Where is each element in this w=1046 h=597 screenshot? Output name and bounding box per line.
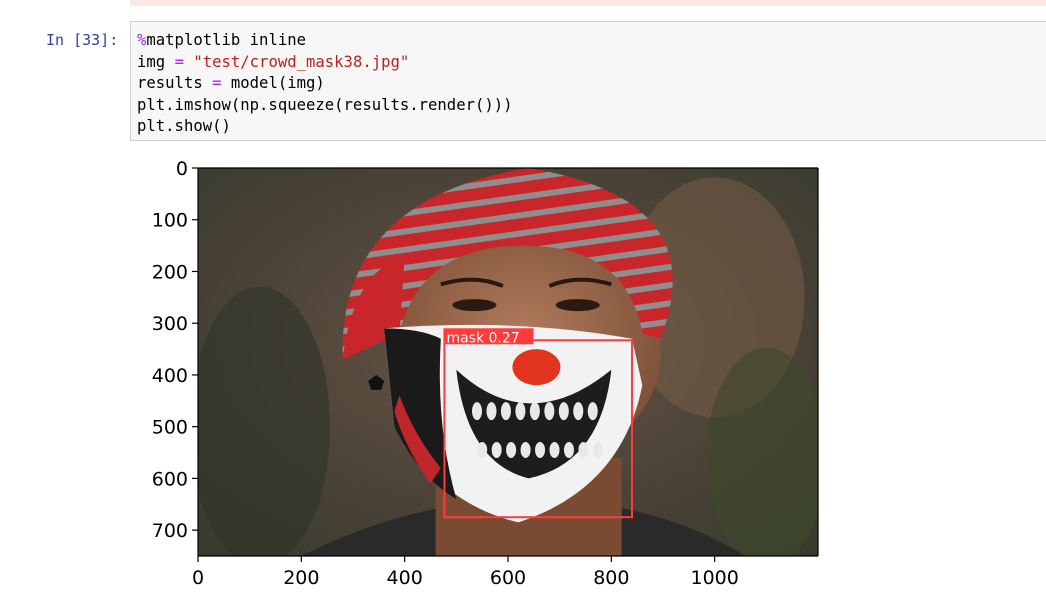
mask-tooth bbox=[573, 402, 584, 421]
code-token: = bbox=[212, 74, 222, 92]
y-tick-label: 400 bbox=[152, 365, 188, 387]
clown-nose bbox=[512, 349, 561, 386]
mask-tooth bbox=[578, 441, 589, 458]
mask-tooth bbox=[515, 402, 526, 421]
mask-tooth bbox=[549, 441, 560, 458]
detection-label: mask 0.27 bbox=[446, 330, 519, 346]
y-tick-label: 200 bbox=[152, 261, 188, 283]
y-tick-label: 0 bbox=[176, 158, 188, 180]
mask-tooth bbox=[592, 441, 603, 458]
code-token: img bbox=[137, 52, 175, 71]
x-tick-label: 1000 bbox=[690, 567, 738, 589]
mask-tooth bbox=[486, 402, 497, 421]
mask-tooth bbox=[544, 402, 555, 421]
right-eye bbox=[555, 299, 600, 312]
left-eye bbox=[452, 299, 497, 312]
code-line: plt.imshow(np.squeeze(results.render())) bbox=[137, 96, 513, 114]
mask-tooth bbox=[529, 402, 540, 421]
photo bbox=[198, 168, 818, 556]
code-token: matplotlib inline bbox=[146, 31, 306, 49]
y-tick-label: 100 bbox=[152, 210, 188, 232]
background-blur-shape bbox=[706, 347, 818, 556]
mask-tooth bbox=[500, 402, 511, 421]
x-tick-label: 600 bbox=[490, 567, 526, 589]
code-editor[interactable]: %matplotlib inline img = "test/crowd_mas… bbox=[130, 21, 1046, 141]
mask-tooth bbox=[563, 441, 574, 458]
code-token: = bbox=[174, 52, 184, 71]
y-tick-label: 700 bbox=[152, 520, 188, 542]
mask-tooth bbox=[472, 402, 482, 421]
mask-tooth bbox=[506, 441, 517, 458]
code-text[interactable]: %matplotlib inline img = "test/crowd_mas… bbox=[137, 30, 513, 138]
cell-prompt: In [33]: bbox=[46, 31, 119, 49]
x-tick-label: 200 bbox=[283, 567, 319, 589]
code-line: img = "test/crowd_mask38.jpg" bbox=[137, 53, 409, 71]
mask-tooth bbox=[477, 441, 488, 458]
mask-tooth bbox=[535, 441, 546, 458]
background-blur-shape bbox=[198, 286, 330, 556]
code-token: plt.imshow(np.squeeze(results.render())) bbox=[137, 95, 513, 114]
code-token: results bbox=[137, 74, 213, 92]
code-line: results = model(img) bbox=[137, 74, 325, 92]
mask-tooth bbox=[520, 441, 531, 458]
mask-tooth bbox=[558, 402, 569, 421]
code-token: plt.show() bbox=[137, 117, 231, 135]
previous-output-bar bbox=[130, 0, 1046, 6]
y-tick-label: 300 bbox=[152, 313, 188, 335]
x-tick-label: 400 bbox=[387, 567, 423, 589]
x-tick-label: 0 bbox=[192, 567, 204, 589]
matplotlib-figure: mask 0.27 0 200 400 600 800 1000 0 100 200 300 400… bbox=[152, 158, 819, 589]
code-token: "test/crowd_mask38.jpg" bbox=[193, 52, 410, 71]
code-token: model(img) bbox=[221, 74, 325, 92]
y-tick-label: 600 bbox=[152, 468, 188, 490]
code-token: % bbox=[137, 31, 147, 49]
y-tick-label: 500 bbox=[152, 417, 188, 439]
code-line: %matplotlib inline bbox=[137, 31, 306, 49]
cell-output: mask 0.27 0 200 400 600 800 1000 0 100 200 300 400… bbox=[130, 148, 1046, 597]
code-line: plt.show() bbox=[137, 117, 231, 135]
x-tick-label: 800 bbox=[593, 567, 629, 589]
mask-tooth bbox=[587, 402, 598, 421]
mask-tooth bbox=[491, 441, 502, 458]
